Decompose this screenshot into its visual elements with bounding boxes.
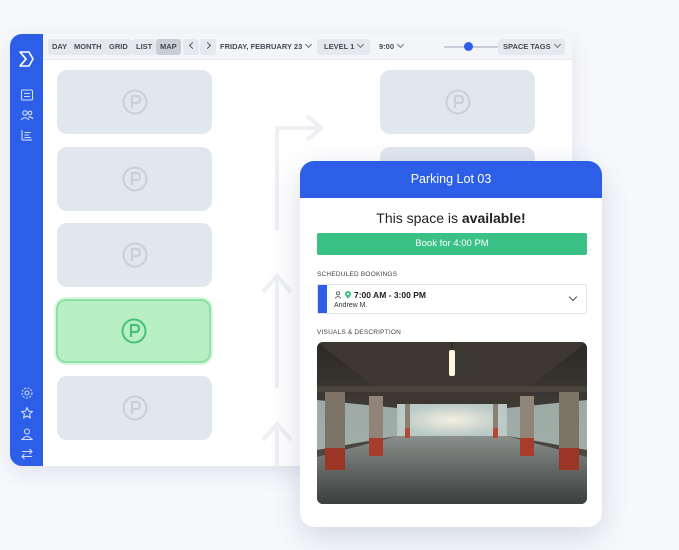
parking-space-selected[interactable] bbox=[56, 299, 211, 363]
booking-time: 7:00 AM - 3:00 PM bbox=[354, 290, 426, 300]
time-select[interactable]: 9:00 bbox=[379, 39, 405, 55]
availability-status: available! bbox=[461, 210, 526, 226]
stage: DAY MONTH GRID LIST MAP FRIDAY, FEBRUARY… bbox=[0, 0, 679, 550]
chevron-down-icon bbox=[553, 40, 561, 49]
toolbar: DAY MONTH GRID LIST MAP FRIDAY, FEBRUARY… bbox=[43, 34, 572, 60]
chevron-left-icon bbox=[188, 41, 196, 50]
parking-icon bbox=[122, 395, 148, 421]
parking-icon bbox=[122, 242, 148, 268]
location-pin-icon bbox=[344, 291, 352, 299]
tab-map[interactable]: MAP bbox=[156, 39, 181, 55]
booking-item[interactable]: 7:00 AM - 3:00 PM Andrew M. bbox=[317, 284, 587, 314]
parking-icon bbox=[122, 166, 148, 192]
parking-icon bbox=[122, 89, 148, 115]
booking-name: Andrew M. bbox=[334, 302, 368, 309]
chevron-right-icon bbox=[203, 41, 211, 50]
reports-icon[interactable] bbox=[20, 128, 34, 142]
space-tags-select[interactable]: SPACE TAGS bbox=[498, 39, 565, 55]
person-icon bbox=[334, 291, 342, 299]
chevron-down-icon bbox=[357, 40, 365, 49]
logo-icon[interactable] bbox=[18, 50, 35, 68]
parking-space[interactable] bbox=[57, 70, 212, 134]
prev-date-button[interactable] bbox=[183, 39, 199, 55]
space-details-card: Parking Lot 03 This space is available! … bbox=[300, 161, 602, 527]
book-button[interactable]: Book for 4:00 PM bbox=[317, 233, 587, 255]
parking-space[interactable] bbox=[57, 376, 212, 440]
calendar-list-icon[interactable] bbox=[20, 88, 34, 102]
parking-space[interactable] bbox=[380, 70, 535, 134]
team-icon[interactable] bbox=[20, 108, 34, 122]
date-label: FRIDAY, FEBRUARY 23 bbox=[220, 42, 303, 51]
parking-space[interactable] bbox=[57, 147, 212, 211]
chevron-down-icon bbox=[305, 40, 313, 49]
tab-grid[interactable]: GRID bbox=[105, 39, 132, 55]
time-slider-thumb[interactable] bbox=[464, 42, 474, 51]
booking-color-bar bbox=[318, 285, 327, 313]
space-tags-label: SPACE TAGS bbox=[503, 42, 551, 51]
booking-time-row: 7:00 AM - 3:00 PM bbox=[334, 290, 426, 300]
parking-space[interactable] bbox=[57, 223, 212, 287]
time-label: 9:00 bbox=[379, 42, 395, 51]
scheduled-bookings-label: SCHEDULED BOOKINGS bbox=[317, 271, 398, 278]
date-picker[interactable]: FRIDAY, FEBRUARY 23 bbox=[220, 39, 313, 55]
tab-day[interactable]: DAY bbox=[48, 39, 72, 55]
chevron-down-icon[interactable] bbox=[568, 292, 578, 302]
sidebar bbox=[10, 34, 43, 466]
next-date-button[interactable] bbox=[200, 39, 216, 55]
level-select[interactable]: LEVEL 1 bbox=[317, 39, 371, 55]
tab-month[interactable]: MONTH bbox=[70, 39, 106, 55]
chevron-down-icon bbox=[396, 40, 405, 49]
parking-lot-photo[interactable] bbox=[317, 342, 587, 504]
parking-icon bbox=[121, 318, 147, 344]
swap-arrows-icon[interactable] bbox=[20, 447, 34, 461]
availability-message: This space is available! bbox=[300, 210, 602, 226]
user-profile-icon[interactable] bbox=[20, 427, 34, 441]
card-title: Parking Lot 03 bbox=[300, 161, 602, 198]
star-icon[interactable] bbox=[20, 406, 34, 420]
parking-icon bbox=[445, 89, 471, 115]
level-label: LEVEL 1 bbox=[324, 42, 355, 51]
tab-list[interactable]: LIST bbox=[132, 39, 157, 55]
availability-prefix: This space is bbox=[376, 210, 462, 226]
visuals-label: VISUALS & DESCRIPTION bbox=[317, 329, 402, 336]
settings-gear-icon[interactable] bbox=[20, 386, 34, 400]
